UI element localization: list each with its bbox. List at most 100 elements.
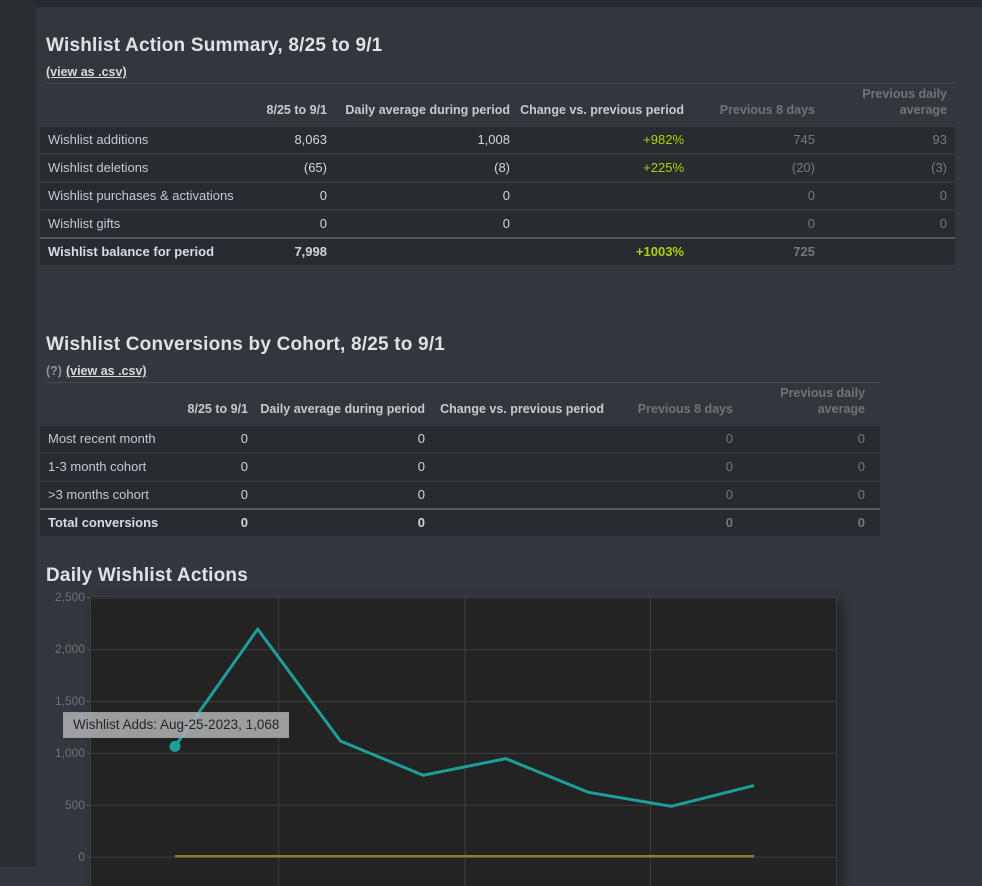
cell-change: +982% (510, 126, 684, 154)
row-label: Wishlist purchases & activations (40, 182, 240, 210)
table-row: Wishlist gifts 0 0 0 0 (40, 210, 955, 238)
cell-previous-8-days: 745 (684, 126, 815, 154)
chart-title: Daily Wishlist Actions (46, 564, 982, 588)
cell-change (425, 453, 604, 481)
window-top-edge (0, 0, 982, 7)
cell-previous-8-days: 0 (604, 453, 733, 481)
y-axis-tick-label: 2,500 (36, 588, 85, 606)
row-label: Wishlist balance for period (40, 238, 240, 265)
cell-daily-average: 1,008 (327, 126, 510, 154)
summary-csv-row: (view as .csv) (46, 65, 955, 84)
cell-daily-average: 0 (248, 453, 425, 481)
cell-previous-8-days: 0 (684, 182, 815, 210)
cell-period: 0 (240, 182, 327, 210)
cell-change (425, 481, 604, 509)
cell-period: (65) (240, 154, 327, 182)
cell-change (425, 509, 604, 536)
wishlist-conversions-table: 8/25 to 9/1 Daily average during period … (40, 385, 880, 536)
cohort-view-as-csv-link[interactable]: (view as .csv) (66, 364, 147, 378)
daily-wishlist-actions-section: Daily Wishlist Actions 2,500 2,000 1,500… (36, 564, 982, 872)
cell-daily-average: 0 (327, 210, 510, 238)
table-row: Wishlist purchases & activations 0 0 0 0 (40, 182, 955, 210)
cohort-section-title: Wishlist Conversions by Cohort, 8/25 to … (46, 333, 982, 357)
table-row: 1-3 month cohort 0 0 0 0 (40, 453, 880, 481)
header-period: 8/25 to 9/1 (240, 86, 327, 126)
header-period: 8/25 to 9/1 (160, 385, 248, 425)
cell-daily-average (327, 238, 510, 265)
header-daily-average: Daily average during period (248, 385, 425, 425)
cell-previous-daily-average: 0 (733, 481, 880, 509)
cell-daily-average: 0 (327, 182, 510, 210)
table-row: Wishlist additions 8,063 1,008 +982% 745… (40, 126, 955, 154)
cell-period: 0 (160, 453, 248, 481)
cell-change (510, 182, 684, 210)
cell-previous-8-days: (20) (684, 154, 815, 182)
summary-view-as-csv-link[interactable]: (view as .csv) (46, 65, 127, 79)
cohort-help-link[interactable]: (?) (46, 364, 62, 378)
wishlist-action-summary-section: Wishlist Action Summary, 8/25 to 9/1 (vi… (36, 34, 982, 265)
header-previous-8-days: Previous 8 days (604, 385, 733, 425)
cell-previous-daily-average (815, 238, 955, 265)
y-axis-tick-label: 0 (36, 848, 85, 866)
table-header-row: 8/25 to 9/1 Daily average during period … (40, 86, 955, 126)
line-chart-plot[interactable] (90, 596, 837, 886)
header-change: Change vs. previous period (510, 86, 684, 126)
header-change: Change vs. previous period (425, 385, 604, 425)
header-empty (40, 86, 240, 126)
row-label: 1-3 month cohort (40, 453, 160, 481)
row-label: >3 months cohort (40, 481, 160, 509)
cell-period: 0 (160, 509, 248, 536)
y-axis-tick-label: 1,500 (36, 692, 85, 710)
table-row-balance: Wishlist balance for period 7,998 +1003%… (40, 238, 955, 265)
cell-change: +225% (510, 154, 684, 182)
cell-previous-daily-average: 0 (815, 210, 955, 238)
table-row: Most recent month 0 0 0 0 (40, 425, 880, 453)
header-previous-daily-average: Previous daily average (815, 86, 955, 126)
cell-previous-8-days: 0 (684, 210, 815, 238)
row-label: Wishlist additions (40, 126, 240, 154)
cell-previous-daily-average: 0 (733, 425, 880, 453)
cohort-csv-row: (?) (view as .csv) (46, 364, 880, 383)
table-row: >3 months cohort 0 0 0 0 (40, 481, 880, 509)
cell-previous-daily-average: 0 (815, 182, 955, 210)
y-axis-tick-label: 2,000 (36, 640, 85, 658)
table-header-row: 8/25 to 9/1 Daily average during period … (40, 385, 880, 425)
cell-previous-daily-average: (3) (815, 154, 955, 182)
cell-daily-average: (8) (327, 154, 510, 182)
row-label: Wishlist deletions (40, 154, 240, 182)
chart-tooltip: Wishlist Adds: Aug-25-2023, 1,068 (63, 712, 289, 738)
cell-daily-average: 0 (248, 481, 425, 509)
cell-change (425, 425, 604, 453)
y-axis-tick-label: 1,000 (36, 744, 85, 762)
row-label: Total conversions (40, 509, 160, 536)
cell-previous-daily-average: 0 (733, 453, 880, 481)
header-previous-daily-average: Previous daily average (733, 385, 880, 425)
cell-previous-8-days: 0 (604, 509, 733, 536)
table-row-total: Total conversions 0 0 0 0 (40, 509, 880, 536)
cell-period: 8,063 (240, 126, 327, 154)
cell-period: 7,998 (240, 238, 327, 265)
header-empty (40, 385, 160, 425)
cell-change (510, 210, 684, 238)
page-left-gutter (0, 0, 36, 867)
cell-period: 0 (240, 210, 327, 238)
cell-previous-8-days: 0 (604, 425, 733, 453)
y-axis-tick-label: 500 (36, 796, 85, 814)
cell-daily-average: 0 (248, 425, 425, 453)
summary-section-title: Wishlist Action Summary, 8/25 to 9/1 (46, 34, 982, 58)
cell-daily-average: 0 (248, 509, 425, 536)
cell-change: +1003% (510, 238, 684, 265)
row-label: Wishlist gifts (40, 210, 240, 238)
cell-previous-8-days: 0 (604, 481, 733, 509)
cell-previous-8-days: 725 (684, 238, 815, 265)
header-daily-average: Daily average during period (327, 86, 510, 126)
cell-previous-daily-average: 0 (733, 509, 880, 536)
header-previous-8-days: Previous 8 days (684, 86, 815, 126)
row-label: Most recent month (40, 425, 160, 453)
cell-previous-daily-average: 93 (815, 126, 955, 154)
wishlist-action-summary-table: 8/25 to 9/1 Daily average during period … (40, 86, 955, 265)
report-content: Wishlist Action Summary, 8/25 to 9/1 (vi… (36, 7, 982, 872)
table-row: Wishlist deletions (65) (8) +225% (20) (… (40, 154, 955, 182)
daily-wishlist-chart: 2,500 2,000 1,500 1,000 500 0 Wishlist A… (36, 588, 982, 872)
wishlist-conversions-section: Wishlist Conversions by Cohort, 8/25 to … (36, 333, 982, 536)
